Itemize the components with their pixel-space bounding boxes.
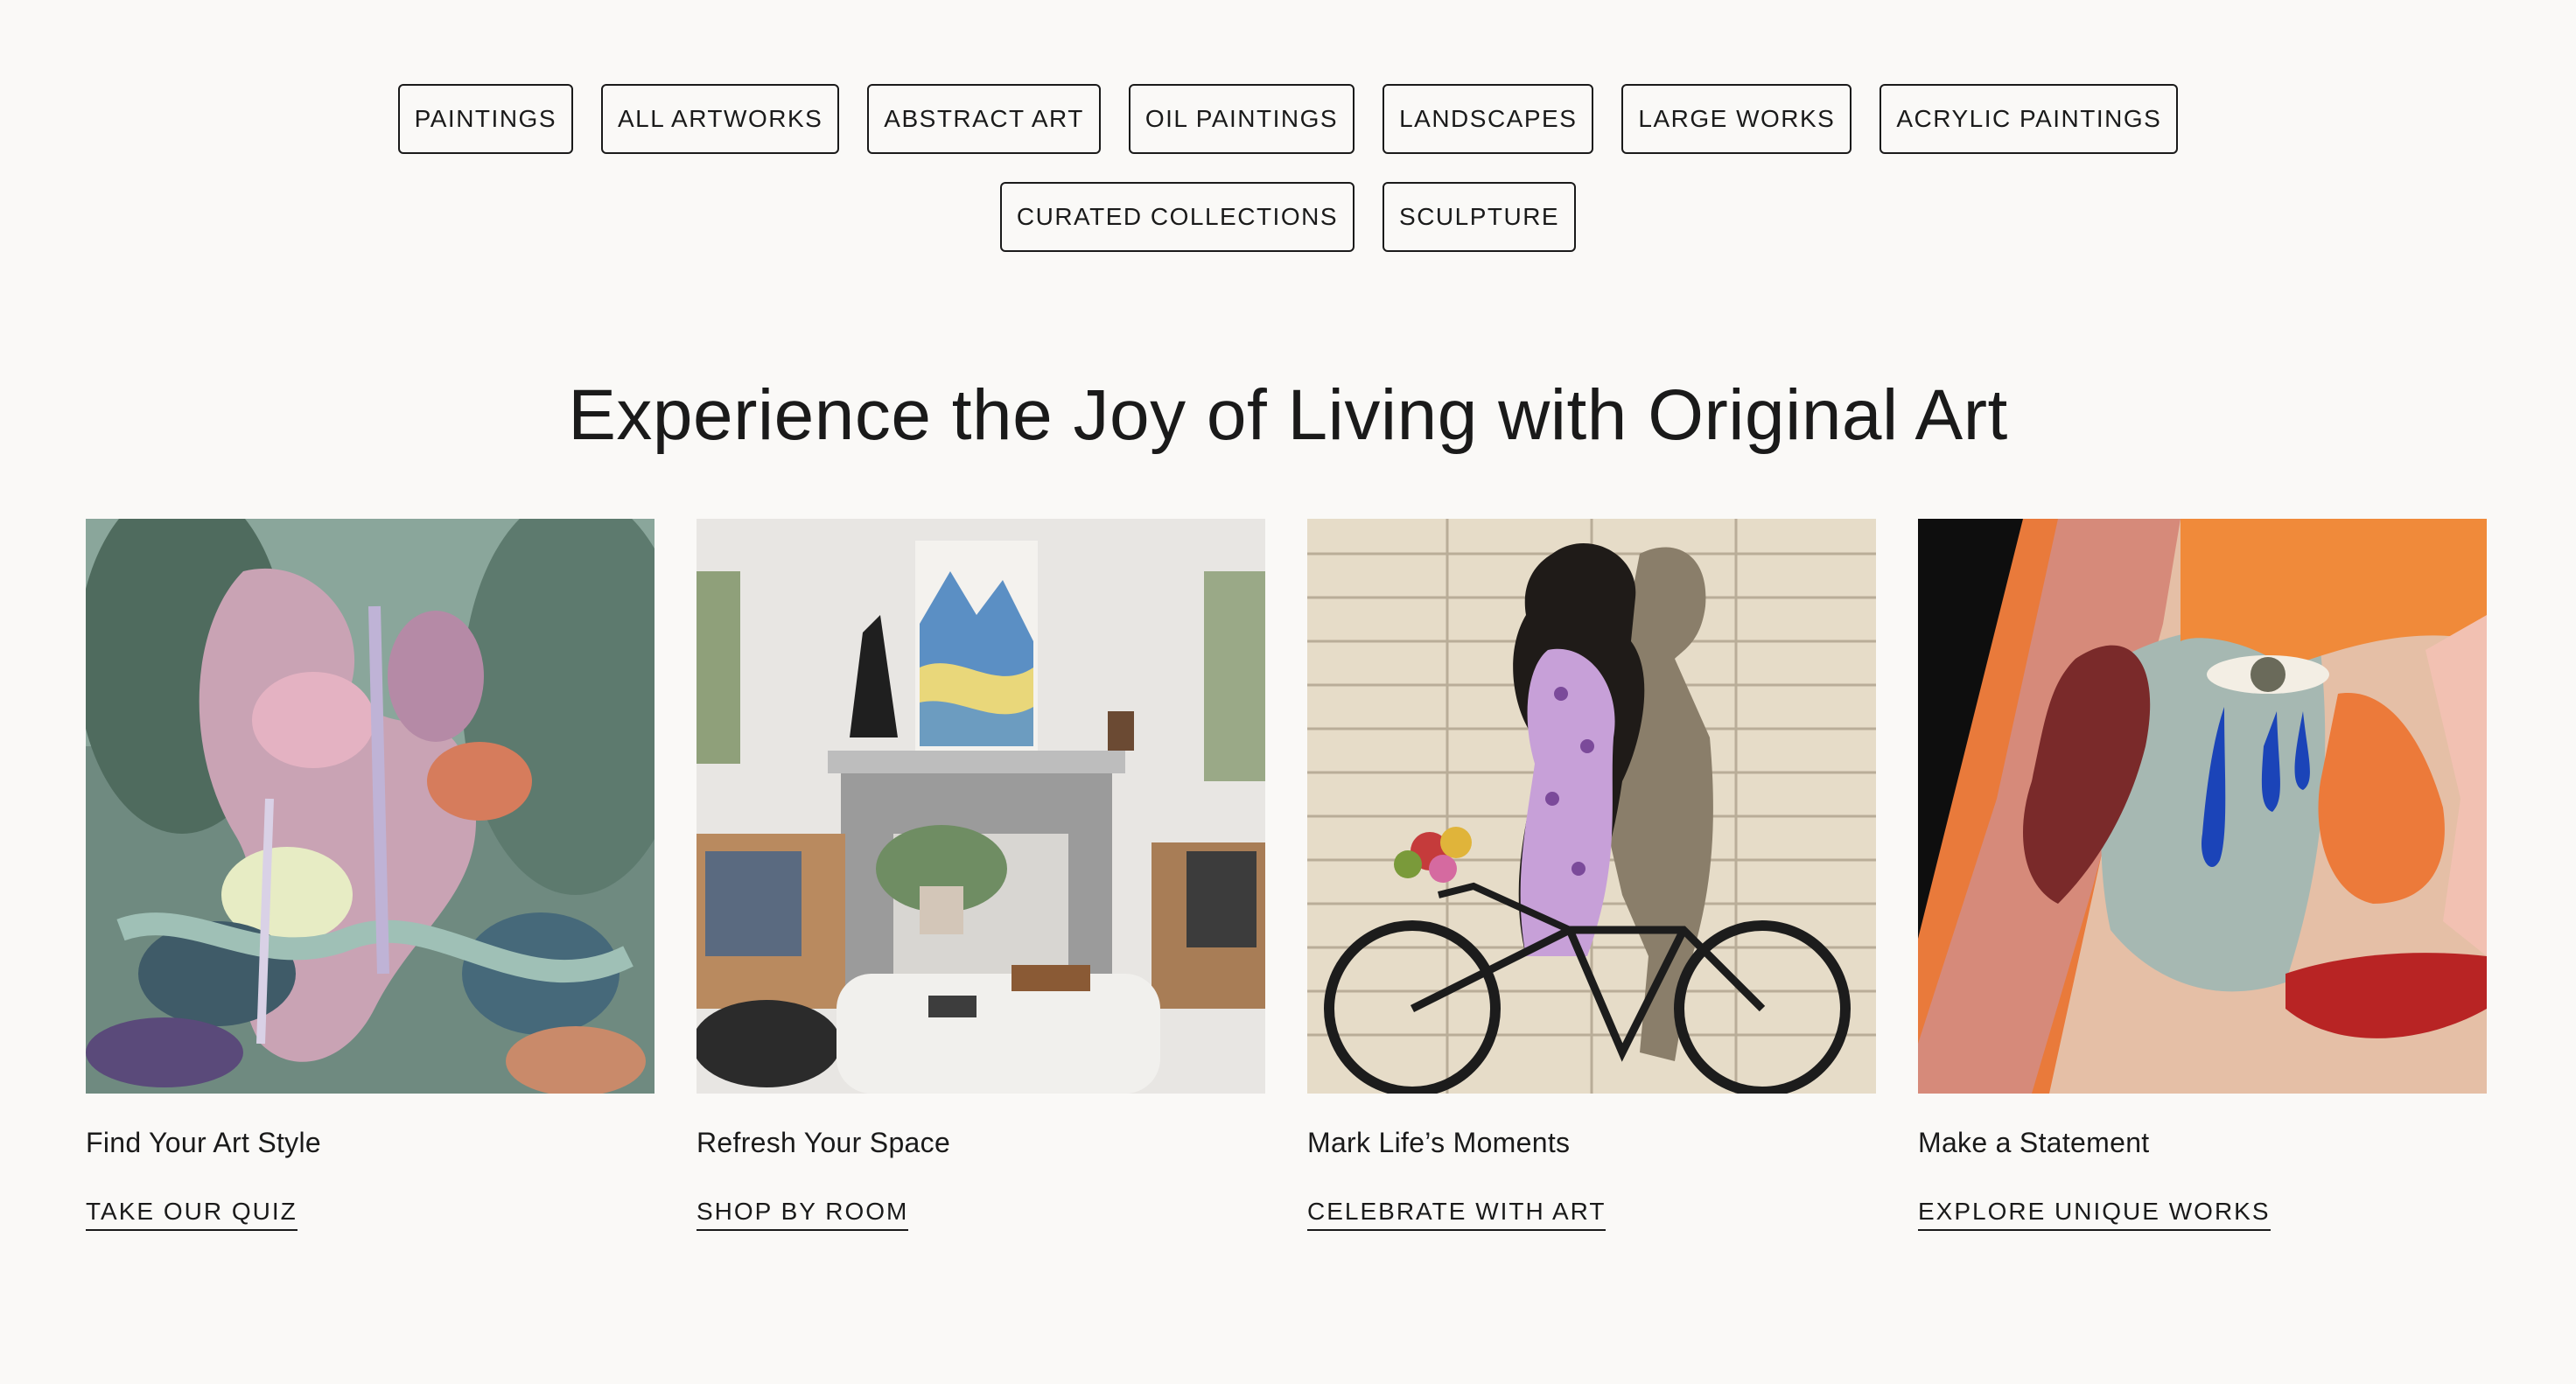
chip-sculpture[interactable]: SCULPTURE: [1382, 182, 1577, 252]
card-refresh-space: Refresh Your Space SHOP BY ROOM: [696, 519, 1265, 1231]
take-quiz-link[interactable]: TAKE OUR QUIZ: [86, 1198, 298, 1231]
abstract-face-painting-image[interactable]: [1918, 519, 2487, 1094]
abstract-floral-painting-image[interactable]: [86, 519, 654, 1094]
shop-by-room-link[interactable]: SHOP BY ROOM: [696, 1198, 909, 1231]
chip-paintings[interactable]: PAINTINGS: [397, 84, 573, 154]
chip-curated-collections[interactable]: CURATED COLLECTIONS: [999, 182, 1355, 252]
section-headline: Experience the Joy of Living with Origin…: [568, 375, 2008, 455]
card-title: Refresh Your Space: [696, 1127, 951, 1158]
card-title: Make a Statement: [1918, 1127, 2150, 1158]
explore-unique-works-link[interactable]: EXPLORE UNIQUE WORKS: [1918, 1198, 2271, 1231]
celebrate-with-art-link[interactable]: CELEBRATE WITH ART: [1307, 1198, 1606, 1231]
card-statement: Make a Statement EXPLORE UNIQUE WORKS: [1918, 519, 2487, 1231]
card-title: Find Your Art Style: [86, 1127, 321, 1158]
category-chip-bar: PAINTINGS ALL ARTWORKS ABSTRACT ART OIL …: [0, 84, 2576, 252]
chip-large-works[interactable]: LARGE WORKS: [1621, 84, 1852, 154]
chip-acrylic-paintings[interactable]: ACRYLIC PAINTINGS: [1880, 84, 2179, 154]
couple-bicycle-painting-image[interactable]: [1307, 519, 1876, 1094]
feature-cards: Find Your Art Style TAKE OUR QUIZ Refres…: [86, 519, 2487, 1231]
chip-oil-paintings[interactable]: OIL PAINTINGS: [1128, 84, 1355, 154]
card-title: Mark Life’s Moments: [1307, 1127, 1571, 1158]
living-room-interior-image[interactable]: [696, 519, 1265, 1094]
card-art-style: Find Your Art Style TAKE OUR QUIZ: [86, 519, 654, 1231]
chip-landscapes[interactable]: LANDSCAPES: [1382, 84, 1594, 154]
card-life-moments: Mark Life’s Moments CELEBRATE WITH ART: [1307, 519, 1876, 1231]
chip-all-artworks[interactable]: ALL ARTWORKS: [601, 84, 840, 154]
chip-abstract-art[interactable]: ABSTRACT ART: [867, 84, 1101, 154]
